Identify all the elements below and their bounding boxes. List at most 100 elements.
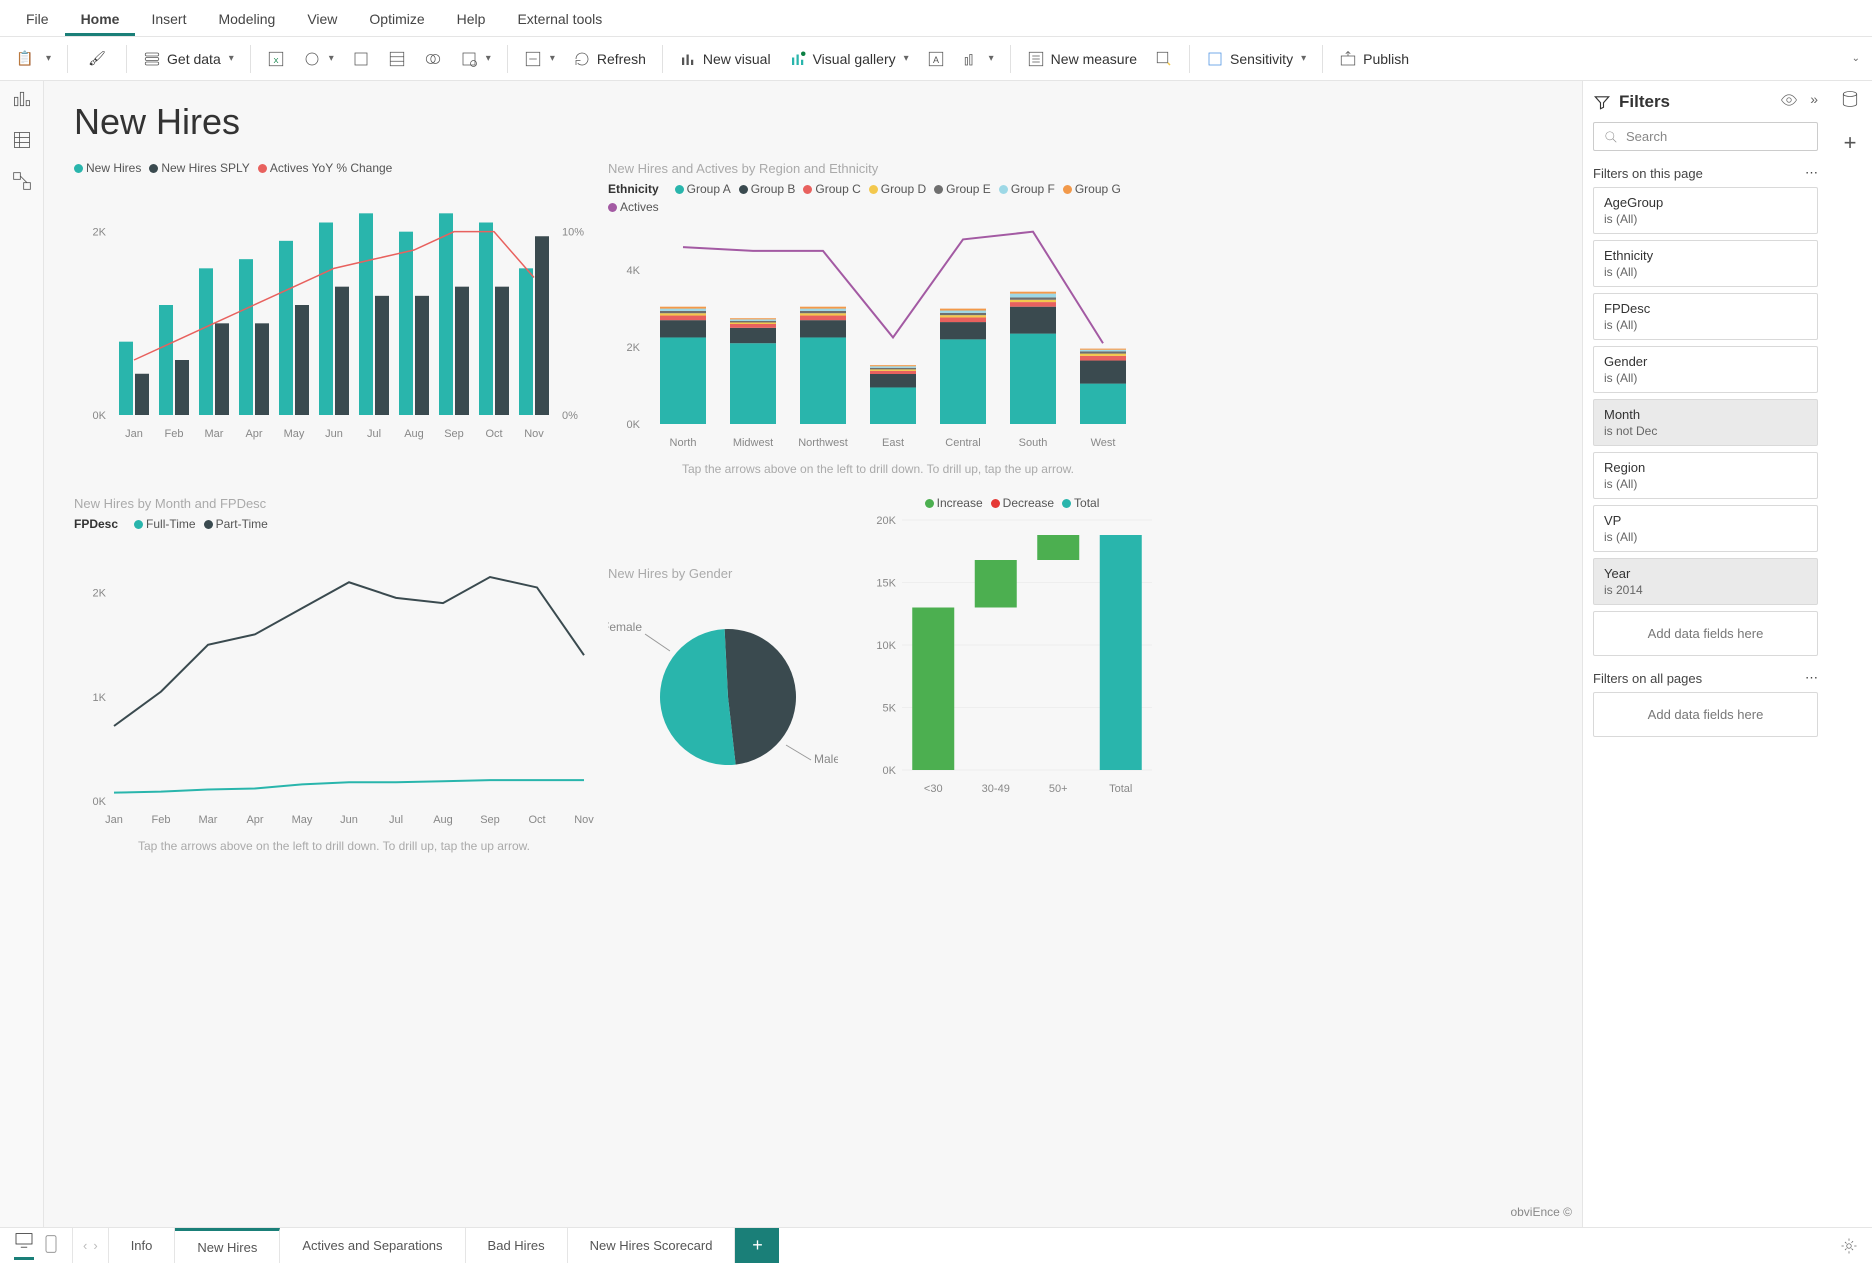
sensitivity-button[interactable]: Sensitivity▾ [1200,46,1312,72]
add-page-button[interactable]: + [735,1228,779,1263]
more-icon[interactable]: ⋯ [1805,165,1818,181]
viz-gender-pie[interactable]: New Hires by Gender Female Male [608,566,838,853]
page-tab-new-hires[interactable]: New Hires [175,1228,280,1263]
svg-text:Midwest: Midwest [733,437,773,449]
report-view-icon[interactable] [12,89,32,112]
eye-icon[interactable] [1780,91,1798,112]
ribbon: 📋▾ 🖌 Get data▾ X ▾ ▾ ▾ Refresh New visua… [0,36,1872,81]
ribbon-expand-button[interactable]: ⌄ [1844,49,1866,68]
viz5-legend: Increase Decrease Total [862,496,1162,510]
enter-data-button[interactable] [382,46,412,72]
page-tab-bad-hires[interactable]: Bad Hires [466,1228,568,1263]
format-painter-button[interactable]: 🖌 [78,42,116,76]
filter-card-year[interactable]: Yearis 2014 [1593,558,1818,605]
filter-card-vp[interactable]: VPis (All) [1593,505,1818,552]
tab-help[interactable]: Help [441,5,502,36]
filter-card-fpdesc[interactable]: FPDescis (All) [1593,293,1818,340]
page-tab-info[interactable]: Info [109,1228,176,1263]
svg-text:Aug: Aug [433,814,453,826]
publish-button[interactable]: Publish [1333,46,1415,72]
viz-region-ethnicity[interactable]: New Hires and Actives by Region and Ethn… [608,161,1148,476]
combo-chart: 0K2K0%10%JanFebMarAprMayJunJulAugSepOctN… [74,175,594,445]
data-pane-icon[interactable] [1840,89,1860,112]
svg-text:Female: Female [608,620,642,634]
filter-card-agegroup[interactable]: AgeGroupis (All) [1593,187,1818,234]
next-page-icon[interactable]: › [93,1238,97,1253]
filters-page-section: Filters on this page [1593,166,1703,181]
collapse-pane-icon[interactable]: » [1810,91,1818,112]
svg-text:A: A [933,54,939,64]
excel-button[interactable]: X [261,46,291,72]
transform-data-button[interactable]: ▾ [518,46,561,72]
quick-measure-button[interactable] [1149,46,1179,72]
viz3-title: New Hires by Month and FPDesc [74,496,594,511]
svg-text:0K: 0K [93,796,107,808]
page-tab-scorecard[interactable]: New Hires Scorecard [568,1228,736,1263]
svg-text:Apr: Apr [246,814,263,826]
page-title: New Hires [74,101,1552,143]
viz2-hint: Tap the arrows above on the left to dril… [608,462,1148,476]
svg-text:Nov: Nov [524,428,544,440]
recent-sources-button[interactable]: ▾ [454,46,497,72]
text-box-button[interactable]: A [921,46,951,72]
svg-text:Jun: Jun [340,814,358,826]
svg-text:Jul: Jul [389,814,403,826]
viz2-title: New Hires and Actives by Region and Ethn… [608,161,1148,176]
filter-card-region[interactable]: Regionis (All) [1593,452,1818,499]
get-data-button[interactable]: Get data▾ [137,46,240,72]
svg-text:0K: 0K [627,419,641,431]
settings-icon[interactable] [1826,1228,1872,1263]
credit-label: obviEnce © [1510,1205,1572,1219]
tab-external-tools[interactable]: External tools [501,5,618,36]
dataverse-button[interactable] [418,46,448,72]
viz-waterfall[interactable]: Increase Decrease Total 0K5K10K15K20K<30… [862,496,1162,853]
add-pane-icon[interactable]: + [1844,130,1857,156]
more-icon[interactable]: ⋯ [1805,670,1818,686]
svg-text:Jul: Jul [367,428,381,440]
svg-text:Mar: Mar [205,428,224,440]
desktop-layout-icon[interactable] [14,1232,34,1260]
tab-optimize[interactable]: Optimize [353,5,440,36]
svg-text:5K: 5K [883,703,897,715]
data-view-icon[interactable] [12,130,32,153]
svg-text:15K: 15K [876,578,896,590]
svg-text:0K: 0K [883,765,897,777]
new-visual-button[interactable]: New visual [673,46,777,72]
visual-gallery-button[interactable]: Visual gallery▾ [783,46,915,72]
sql-button[interactable] [346,46,376,72]
more-visuals-button[interactable]: ▾ [957,46,1000,72]
line-chart: 0K1K2KJanFebMarAprMayJunJulAugSepOctNov [74,531,594,831]
refresh-button[interactable]: Refresh [567,46,652,72]
left-rail [0,81,44,1227]
data-hub-button[interactable]: ▾ [297,46,340,72]
tab-view[interactable]: View [291,5,353,36]
new-measure-button[interactable]: New measure [1021,46,1143,72]
page-tab-actives[interactable]: Actives and Separations [280,1228,465,1263]
right-rail: + [1828,81,1872,1227]
svg-text:Male: Male [814,752,838,766]
viz-fpdesc-line[interactable]: New Hires by Month and FPDesc FPDesc Ful… [74,496,594,853]
viz1-legend: New Hires New Hires SPLY Actives YoY % C… [74,161,594,175]
paste-button[interactable]: 📋▾ [6,42,57,76]
filter-card-month[interactable]: Monthis not Dec [1593,399,1818,446]
svg-text:0%: 0% [562,410,578,422]
waterfall-chart: 0K5K10K15K20K<3030-4950+Total [862,510,1162,800]
filter-card-gender[interactable]: Genderis (All) [1593,346,1818,393]
model-view-icon[interactable] [12,171,32,194]
prev-page-icon[interactable]: ‹ [83,1238,87,1253]
svg-text:2K: 2K [93,227,107,239]
viz4-title: New Hires by Gender [608,566,838,581]
add-all-filter[interactable]: Add data fields here [1593,692,1818,737]
svg-text:Aug: Aug [404,428,424,440]
mobile-layout-icon[interactable] [44,1234,58,1257]
svg-text:Oct: Oct [528,814,545,826]
filter-card-ethnicity[interactable]: Ethnicityis (All) [1593,240,1818,287]
tab-home[interactable]: Home [65,5,136,36]
tab-modeling[interactable]: Modeling [202,5,291,36]
filter-search-input[interactable]: Search [1593,122,1818,151]
tab-insert[interactable]: Insert [135,5,202,36]
add-page-filter[interactable]: Add data fields here [1593,611,1818,656]
tab-file[interactable]: File [10,5,65,36]
svg-text:Total: Total [1109,783,1132,795]
viz-new-hires-combo[interactable]: New Hires New Hires SPLY Actives YoY % C… [74,161,594,476]
